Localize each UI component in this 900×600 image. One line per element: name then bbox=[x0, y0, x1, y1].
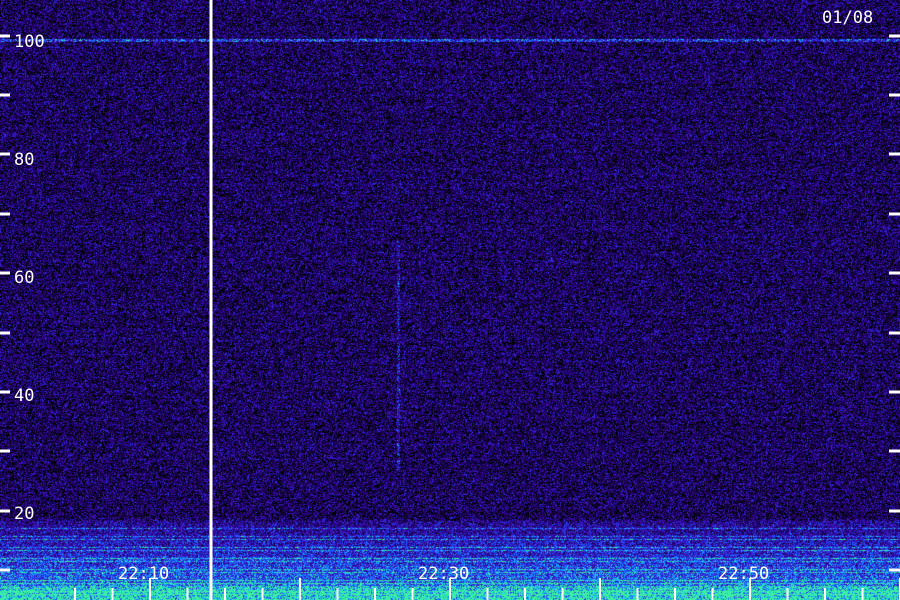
y-axis-labels: 100 80 60 40 20 bbox=[14, 32, 45, 524]
x-tick-label-2230: 22:30 bbox=[418, 564, 469, 584]
y-tick-label-100: 100 bbox=[14, 32, 45, 52]
spectrogram-overlay: 100 80 60 40 20 22:10 22:30 22:50 01/08 bbox=[0, 0, 900, 600]
y-tick-label-40: 40 bbox=[14, 386, 34, 406]
y-tick-label-60: 60 bbox=[14, 268, 34, 288]
x-axis-ticks bbox=[74, 578, 900, 600]
date-label: 01/08 bbox=[822, 8, 873, 28]
x-tick-label-2250: 22:50 bbox=[718, 564, 769, 584]
y-axis-left bbox=[0, 34, 10, 572]
y-tick-label-20: 20 bbox=[14, 504, 34, 524]
y-axis-right bbox=[889, 34, 900, 572]
y-tick-label-80: 80 bbox=[14, 150, 34, 170]
x-tick-label-2210: 22:10 bbox=[118, 564, 169, 584]
x-axis-labels: 22:10 22:30 22:50 bbox=[118, 564, 769, 584]
